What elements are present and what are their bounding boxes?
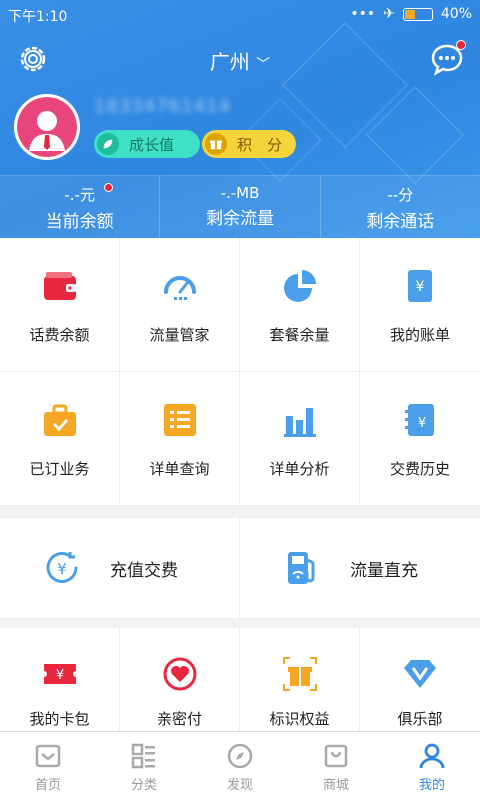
- grid-label: 俱乐部: [397, 710, 443, 728]
- tab-category[interactable]: 分类: [96, 732, 192, 800]
- city-name: 广州: [209, 50, 250, 74]
- account-stats: -.-元 当前余额 -.-MB 剩余流量 --分 剩余通话: [0, 175, 480, 238]
- yuan-circle-icon: ¥: [46, 552, 78, 583]
- heart-circle-icon: [163, 657, 196, 691]
- grid-label: 详单查询: [149, 460, 210, 478]
- bar-chart-icon: [283, 408, 316, 437]
- grid-label: 套餐余量: [269, 326, 330, 344]
- tab-label: 发现: [226, 778, 253, 793]
- user-icon: [419, 743, 445, 769]
- more-icon: •••: [350, 6, 376, 22]
- user-avatar-icon: [17, 97, 77, 157]
- balance-alert-dot: [104, 183, 113, 192]
- grid-label: 已订业务: [29, 460, 90, 478]
- status-icons: ••• ✈ 40%: [350, 6, 472, 22]
- list-icon: [163, 404, 196, 436]
- grid-label: 我的卡包: [29, 710, 90, 728]
- message-button[interactable]: [430, 40, 466, 76]
- ticket-icon: ¥: [43, 664, 76, 684]
- points-badge[interactable]: 积 分: [202, 130, 296, 158]
- gift-box-icon: [205, 133, 227, 155]
- calls-label: 剩余通话: [366, 212, 435, 232]
- grid-item-detail-analysis[interactable]: 详单分析: [240, 372, 360, 506]
- tab-label: 首页: [34, 778, 61, 793]
- shop-icon: [324, 744, 348, 768]
- battery-percent: 40%: [440, 6, 472, 22]
- grid-item-card-wallet[interactable]: ¥ 我的卡包: [0, 628, 120, 732]
- tab-label: 我的: [418, 778, 445, 793]
- grid-item-family-pay[interactable]: 亲密付: [120, 628, 240, 732]
- tab-home[interactable]: 首页: [0, 732, 96, 800]
- points-label: 积 分: [237, 135, 283, 154]
- grid-item-my-bill[interactable]: ¥ 我的账单: [360, 238, 480, 372]
- grid-label: 话费余额: [29, 326, 90, 344]
- city-selector[interactable]: 广州 ﹀: [0, 46, 480, 75]
- briefcase-icon: [43, 404, 76, 436]
- wallet-icon: [43, 272, 76, 300]
- tab-label: 分类: [130, 778, 157, 793]
- status-time: 下午1:10: [8, 9, 68, 25]
- grid-item-balance[interactable]: 话费余额: [0, 238, 120, 372]
- svg-text:¥: ¥: [57, 560, 67, 578]
- fuel-pump-icon: [288, 552, 315, 584]
- grid-label: 流量管家: [149, 326, 210, 344]
- growth-label: 成长值: [129, 135, 175, 154]
- growth-badge[interactable]: 成长值: [94, 130, 200, 158]
- svg-text:¥: ¥: [55, 668, 63, 683]
- pie-icon: [283, 270, 316, 302]
- diamond-icon: [404, 660, 436, 688]
- leaf-icon: [97, 133, 119, 155]
- recharge-label: 充值交费: [110, 560, 178, 581]
- quick-actions: ¥ 充值交费 流量直充: [0, 518, 480, 618]
- status-bar: 下午1:10 ••• ✈ 40%: [0, 0, 480, 30]
- tab-mine[interactable]: 我的: [384, 732, 480, 800]
- battery-level: [404, 9, 415, 19]
- balance-label: 当前余额: [45, 212, 114, 232]
- tab-label: 商城: [322, 778, 349, 793]
- data-topup-button[interactable]: 流量直充: [240, 518, 480, 618]
- tab-discover[interactable]: 发现: [192, 732, 288, 800]
- stat-data[interactable]: -.-MB 剩余流量: [160, 176, 321, 238]
- grid-item-badge-rights[interactable]: 标识权益: [240, 628, 360, 732]
- benefits-grid: ¥ 我的卡包 亲密付 标识权益 俱乐部: [0, 628, 480, 732]
- tab-shop[interactable]: 商城: [288, 732, 384, 800]
- chevron-down-icon: ﹀: [256, 57, 271, 73]
- grid-label: 亲密付: [156, 710, 202, 728]
- phone-number: 18334761414: [94, 96, 231, 117]
- category-icon: [131, 743, 155, 769]
- svg-text:¥: ¥: [416, 279, 425, 295]
- home-icon: [35, 744, 61, 768]
- stat-calls[interactable]: --分 剩余通话: [321, 176, 480, 238]
- notebook-icon: ¥: [405, 404, 434, 436]
- data-value: -.-MB: [220, 184, 260, 202]
- gift-icon: [282, 657, 317, 691]
- recharge-button[interactable]: ¥ 充值交费: [0, 518, 240, 618]
- grid-label: 交费历史: [389, 460, 450, 478]
- airplane-icon: ✈: [383, 6, 395, 22]
- bill-icon: ¥: [408, 270, 432, 302]
- data-topup-label: 流量直充: [350, 560, 418, 581]
- data-label: 剩余流量: [205, 209, 274, 229]
- battery-icon: [402, 7, 433, 21]
- avatar[interactable]: [14, 94, 80, 160]
- grid-item-detail-query[interactable]: 详单查询: [120, 372, 240, 506]
- stat-balance[interactable]: -.-元 当前余额: [0, 176, 161, 238]
- service-grid: 话费余额 流量管家 套餐余量 ¥ 我的账单 已订业务 详单查询 详单分析 ¥ 交…: [0, 238, 480, 506]
- calls-value: --分: [387, 186, 414, 204]
- grid-item-data-manager[interactable]: 流量管家: [120, 238, 240, 372]
- grid-item-club[interactable]: 俱乐部: [360, 628, 480, 732]
- grid-item-payment-history[interactable]: ¥ 交费历史: [360, 372, 480, 506]
- unread-dot: [456, 40, 466, 50]
- balance-value: -.-元: [64, 186, 95, 204]
- grid-label: 标识权益: [269, 710, 330, 728]
- svg-text:¥: ¥: [418, 416, 426, 431]
- grid-label: 我的账单: [389, 326, 450, 344]
- bottom-tab-bar: 首页 分类 发现 商城 我的: [0, 731, 480, 800]
- grid-label: 详单分析: [269, 460, 330, 478]
- gauge-icon: [163, 276, 196, 300]
- grid-item-plan-remaining[interactable]: 套餐余量: [240, 238, 360, 372]
- grid-item-subscriptions[interactable]: 已订业务: [0, 372, 120, 506]
- compass-icon: [227, 743, 253, 769]
- profile-header: 下午1:10 ••• ✈ 40% 广州 ﹀ 18334761414 成长值 积 …: [0, 0, 480, 238]
